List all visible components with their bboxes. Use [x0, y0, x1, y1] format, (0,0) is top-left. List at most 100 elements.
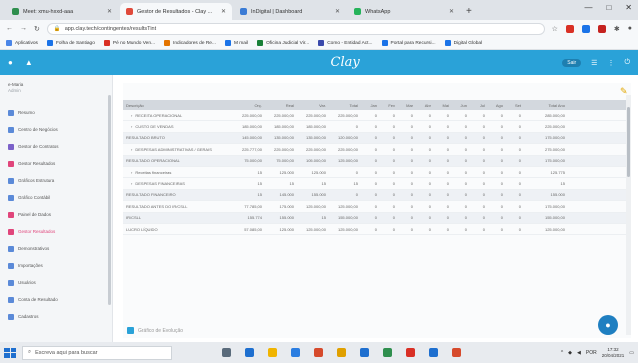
- sidebar-scrollbar[interactable]: [108, 95, 111, 305]
- column-header[interactable]: Mai: [433, 103, 451, 108]
- column-header[interactable]: Abr: [415, 103, 433, 108]
- table-row[interactable]: › DESPESAS FINANCEIRAS 15 15 15 15 0 0 0 0 0 0 0 0 0 15: [123, 178, 631, 190]
- bookmark-item[interactable]: Pé no Mundo Ven...: [103, 40, 155, 46]
- sidebar-item[interactable]: Importações: [8, 261, 104, 270]
- network-icon[interactable]: ◆: [568, 350, 572, 356]
- table-row[interactable]: IR/CSLL 155.774 155.000 15 155.000,00 0 0 0 0 0 0 0…: [123, 212, 631, 224]
- chat-button[interactable]: ●: [598, 315, 618, 335]
- sidebar-item[interactable]: Gestor Resultados: [8, 227, 104, 236]
- logout-button[interactable]: Sair: [562, 58, 582, 67]
- table-row[interactable]: › CUSTO DE VENDAS 185.000,00 185.000,00 185.…: [123, 121, 631, 133]
- expand-chevron-icon[interactable]: ›: [131, 147, 132, 152]
- table-row[interactable]: LUCRO LÍQUIDO 57.085,00 125.000 125.000,00 1…: [123, 224, 631, 236]
- close-icon[interactable]: ✕: [221, 8, 226, 15]
- expand-chevron-icon[interactable]: ›: [131, 170, 132, 175]
- sidebar-item[interactable]: Conta de Resultado: [8, 295, 104, 304]
- column-header[interactable]: Ago: [487, 103, 505, 108]
- bell-icon[interactable]: ▲: [25, 58, 33, 67]
- taskbar-app-icon[interactable]: [222, 348, 231, 357]
- sidebar-item[interactable]: Centro de Negócios: [8, 125, 104, 134]
- sidebar-item[interactable]: Gestor Resultados: [8, 159, 104, 168]
- star-icon[interactable]: ☆: [552, 25, 558, 33]
- taskbar-app-icon[interactable]: [452, 348, 461, 357]
- more-icon[interactable]: ⋮: [607, 59, 614, 67]
- browser-tab[interactable]: WhatsApp ✕: [348, 3, 460, 20]
- grid-icon[interactable]: ☰: [591, 59, 597, 67]
- bookmark-item[interactable]: Aplicativos: [6, 40, 38, 46]
- window-control-button[interactable]: □: [606, 3, 611, 12]
- chart-toggle[interactable]: Gráfico de Evolução: [127, 327, 183, 334]
- language-indicator[interactable]: POR: [586, 350, 597, 356]
- window-control-button[interactable]: ✕: [625, 3, 632, 12]
- extension-icon[interactable]: [597, 24, 606, 33]
- table-row[interactable]: RESULTADO FINANCEIRO 15 145.000 155.000 0 0 0 0…: [123, 189, 631, 202]
- main-scrollbar[interactable]: [626, 95, 631, 335]
- back-icon[interactable]: ←: [6, 25, 13, 32]
- windows-start-icon[interactable]: [4, 347, 16, 358]
- bookmark-item[interactable]: Oficina Judicial Vir...: [257, 40, 309, 46]
- column-header[interactable]: Fev: [379, 103, 397, 108]
- pen-icon[interactable]: ✎: [620, 86, 628, 97]
- bookmark-item[interactable]: Folha de Santiago: [46, 40, 95, 46]
- column-header[interactable]: Real: [265, 103, 297, 108]
- column-header[interactable]: Jul: [469, 103, 487, 108]
- table-row[interactable]: › Receitas financeiras 15 125.000 125.000 0 0 0…: [123, 167, 631, 179]
- clock[interactable]: 17:32 20/04/2021: [602, 347, 625, 359]
- sidebar-item[interactable]: Cadastros: [8, 312, 104, 321]
- chevron-up-icon[interactable]: ^: [561, 350, 563, 356]
- taskbar-app-icon[interactable]: [314, 348, 323, 357]
- menu-icon[interactable]: ●: [8, 58, 13, 67]
- table-row[interactable]: › RECEITA OPERACIONAL 225.000,00 225.000,00…: [123, 110, 631, 122]
- forward-icon[interactable]: →: [20, 25, 27, 32]
- expand-chevron-icon[interactable]: ›: [131, 113, 132, 118]
- power-icon[interactable]: ⏻: [624, 59, 630, 67]
- column-header[interactable]: Total: [329, 103, 361, 108]
- close-icon[interactable]: ✕: [107, 8, 112, 15]
- taskbar-app-icon[interactable]: [291, 348, 300, 357]
- notifications-icon[interactable]: ▭: [629, 350, 634, 356]
- column-header[interactable]: Descrição: [123, 103, 233, 108]
- column-header[interactable]: Jun: [451, 103, 469, 108]
- column-header[interactable]: Var.: [297, 103, 329, 108]
- sidebar-item[interactable]: Demonstrativos: [8, 244, 104, 253]
- taskbar-app-icon[interactable]: [383, 348, 392, 357]
- browser-tab[interactable]: InDigital | Dashboard ✕: [234, 3, 346, 20]
- sidebar-item[interactable]: Gráficos Estrutura: [8, 176, 104, 185]
- column-header[interactable]: Jan: [361, 103, 379, 108]
- bookmark-item[interactable]: M mail: [224, 40, 248, 46]
- expand-chevron-icon[interactable]: ›: [131, 181, 132, 186]
- table-row[interactable]: RESULTADO BRUTO 145.000,00 135.000,00 135.0…: [123, 132, 631, 145]
- new-tab-button[interactable]: +: [466, 6, 472, 17]
- puzzle-icon[interactable]: ✱: [614, 25, 620, 33]
- taskbar-app-icon[interactable]: [337, 348, 346, 357]
- volume-icon[interactable]: ◀: [577, 350, 581, 356]
- sidebar-item[interactable]: Gráfico Contábil: [8, 193, 104, 202]
- column-header[interactable]: Total Ano: [523, 103, 569, 108]
- taskbar-app-icon[interactable]: [360, 348, 369, 357]
- reload-icon[interactable]: ↻: [34, 25, 40, 33]
- table-row[interactable]: RESULTADO OPERACIONAL 75.000,00 75.000,00 1…: [123, 155, 631, 167]
- sidebar-item[interactable]: Usuários: [8, 278, 104, 287]
- column-header[interactable]: Orç.: [233, 103, 265, 108]
- table-row[interactable]: › DESPESAS ADMINISTRATIVAS / GERAIS 225.77…: [123, 144, 631, 156]
- bookmark-item[interactable]: Portal para Recursi...: [381, 40, 436, 46]
- close-icon[interactable]: ✕: [449, 8, 454, 15]
- taskbar-search-input[interactable]: ⌕ Escreva aqui para buscar: [22, 345, 172, 360]
- extension-icon[interactable]: [581, 24, 590, 33]
- extension-icon[interactable]: [565, 24, 574, 33]
- column-header[interactable]: Mar: [397, 103, 415, 108]
- column-header[interactable]: Set: [505, 103, 523, 108]
- scroll-thumb[interactable]: [627, 107, 630, 177]
- taskbar-app-icon[interactable]: [406, 348, 415, 357]
- profile-icon[interactable]: ●: [628, 25, 632, 32]
- taskbar-app-icon[interactable]: [245, 348, 254, 357]
- close-icon[interactable]: ✕: [335, 8, 340, 15]
- taskbar-app-icon[interactable]: [268, 348, 277, 357]
- browser-tab[interactable]: Gestor de Resultados - Clay ... ✕: [120, 3, 232, 20]
- table-row[interactable]: RESULTADO ANTES DO IR/CSLL 77.785,00 175.0…: [123, 201, 631, 213]
- bookmark-item[interactable]: Indicadores de Re...: [164, 40, 216, 46]
- bookmark-item[interactable]: Digital Global: [444, 40, 482, 46]
- expand-chevron-icon[interactable]: ›: [131, 124, 132, 129]
- bookmark-item[interactable]: Como - Entidad Act...: [318, 40, 373, 46]
- window-control-button[interactable]: —: [584, 3, 592, 12]
